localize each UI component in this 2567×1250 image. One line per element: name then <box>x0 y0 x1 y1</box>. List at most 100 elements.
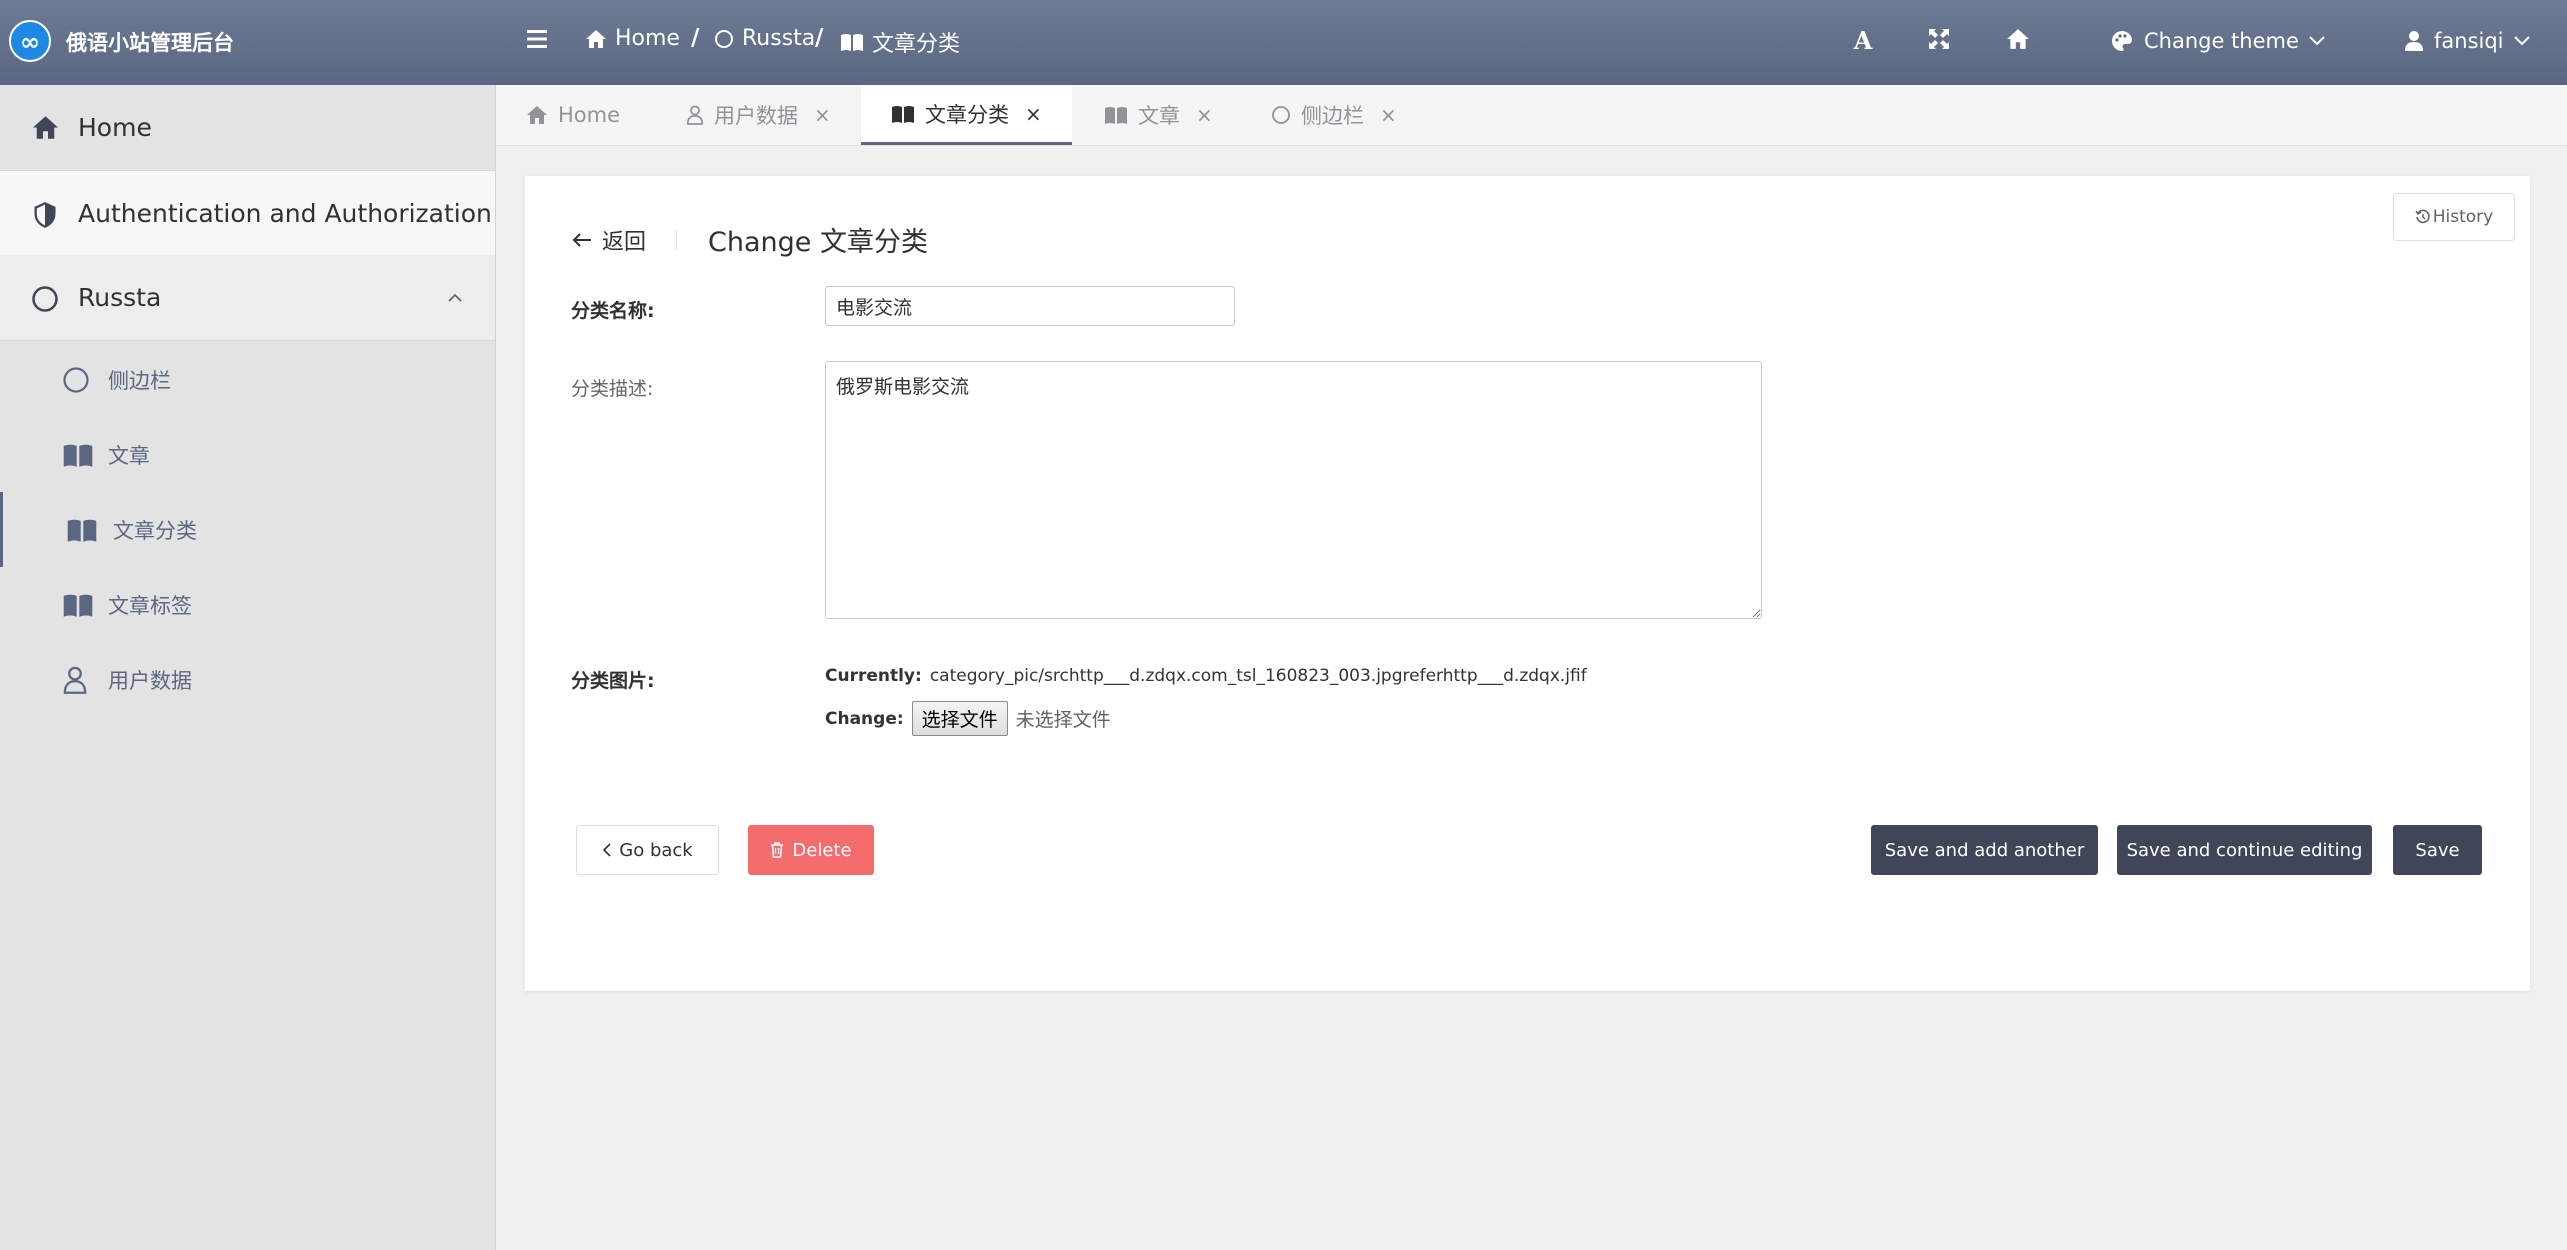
book-icon <box>63 444 93 467</box>
tab-label: Home <box>558 103 621 127</box>
image-label: 分类图片: <box>571 670 655 692</box>
tab-sidebar[interactable]: 侧边栏 × <box>1271 85 1397 145</box>
sidebar-item-user-data[interactable]: 用户数据 <box>0 642 495 717</box>
breadcrumb-label: Home <box>615 26 680 51</box>
description-label: 分类描述: <box>571 378 654 400</box>
sidebar-item-label: 文章标签 <box>108 593 192 618</box>
user-icon <box>2405 31 2423 51</box>
tab-user-data[interactable]: 用户数据 × <box>686 85 831 145</box>
circle-icon <box>715 29 733 48</box>
save-and-add-another-button[interactable]: Save and add another <box>1871 825 2098 875</box>
trash-icon <box>771 842 784 858</box>
tab-label: 文章 <box>1138 104 1180 128</box>
go-back-button[interactable]: Go back <box>576 825 719 875</box>
currently-label: Currently: <box>825 666 922 686</box>
form-card: History 返回 Change 文章分类 分类名称: 分类描述: 俄罗斯电影… <box>525 176 2530 991</box>
tab-articles[interactable]: 文章 × <box>1104 85 1213 145</box>
tab-close-icon[interactable]: × <box>814 103 831 127</box>
sidebar-item-article-categories[interactable]: 文章分类 <box>0 492 498 567</box>
book-icon <box>1105 107 1127 124</box>
tab-label: 用户数据 <box>714 104 798 128</box>
book-icon <box>892 105 914 123</box>
sidebar-item-label: Home <box>78 113 152 142</box>
logo-icon: ∞ <box>9 20 51 62</box>
username: fansiqi <box>2434 29 2504 53</box>
sidebar-item-label: 用户数据 <box>108 668 192 693</box>
tab-close-icon[interactable]: × <box>1025 102 1042 126</box>
sidebar-item-auth[interactable]: Authentication and Authorization <box>0 170 495 257</box>
sidebar: Home Authentication and Authorization Ru… <box>0 85 496 1250</box>
history-icon <box>2415 209 2430 224</box>
back-link[interactable]: 返回 <box>572 224 646 256</box>
chevron-down-icon <box>2513 36 2530 46</box>
delete-button[interactable]: Delete <box>748 825 874 875</box>
page-title: Change 文章分类 <box>708 227 928 258</box>
tab-bar: Home 用户数据 × 文章分类 × 文章 × 侧边栏 × <box>496 85 2567 146</box>
tab-home[interactable]: Home <box>526 85 620 145</box>
breadcrumb-current: 文章分类 <box>840 26 960 58</box>
change-theme-label: Change theme <box>2144 29 2299 53</box>
chevron-left-icon <box>603 843 611 857</box>
home-icon <box>33 116 58 139</box>
book-icon <box>841 34 863 51</box>
breadcrumb-russta[interactable]: Russta <box>714 26 815 51</box>
hamburger-menu-icon[interactable] <box>527 29 549 49</box>
user-icon <box>63 666 87 694</box>
circle-icon <box>63 366 89 393</box>
svg-text:A: A <box>1853 28 1873 52</box>
history-button[interactable]: History <box>2393 193 2515 241</box>
sidebar-item-label: Authentication and Authorization <box>78 199 492 228</box>
sidebar-item-label: 文章 <box>108 443 150 468</box>
arrow-left-icon <box>572 233 591 247</box>
sidebar-item-label: Russta <box>78 283 162 312</box>
sidebar-item-label: 侧边栏 <box>108 368 171 393</box>
save-continue-label: Save and continue editing <box>2126 839 2363 861</box>
tab-label: 文章分类 <box>925 102 1009 127</box>
sidebar-item-home[interactable]: Home <box>0 85 495 170</box>
sidebar-item-russta[interactable]: Russta <box>0 255 495 341</box>
title-divider <box>676 229 677 251</box>
change-label: Change: <box>825 708 904 729</box>
circle-icon <box>32 286 58 312</box>
sidebar-item-article-tags[interactable]: 文章标签 <box>0 567 495 642</box>
tab-close-icon[interactable]: × <box>1196 103 1213 127</box>
font-size-icon[interactable]: A <box>1852 28 1874 52</box>
sidebar-item-articles[interactable]: 文章 <box>0 417 495 492</box>
category-name-input[interactable] <box>825 286 1235 326</box>
tab-close-icon[interactable]: × <box>1380 103 1397 127</box>
change-file-row: Change: 选择文件 未选择文件 <box>825 701 1111 736</box>
history-label: History <box>2432 207 2494 227</box>
sidebar-item-sidebar[interactable]: 侧边栏 <box>0 342 495 417</box>
breadcrumb-label: Russta <box>742 26 816 51</box>
top-header: ∞ 俄语小站管理后台 Home / Russta / 文章分类 A Change… <box>0 0 2567 85</box>
breadcrumb-home[interactable]: Home <box>585 26 680 51</box>
change-theme-dropdown[interactable]: Change theme <box>2110 29 2325 53</box>
chevron-up-icon <box>448 293 462 302</box>
home-icon <box>586 29 606 48</box>
breadcrumb-separator: / <box>691 25 700 51</box>
home-icon <box>527 106 547 124</box>
palette-icon <box>2112 31 2132 51</box>
user-icon <box>686 105 704 125</box>
app-brand: 俄语小站管理后台 <box>66 31 234 55</box>
name-label: 分类名称: <box>571 300 655 322</box>
fullscreen-icon[interactable] <box>1928 28 1950 50</box>
tab-article-categories[interactable]: 文章分类 × <box>861 85 1072 145</box>
save-label: Save <box>2415 839 2460 861</box>
shield-icon <box>34 202 56 228</box>
chevron-down-icon <box>2309 36 2325 46</box>
tab-label: 侧边栏 <box>1301 104 1364 128</box>
current-file-link[interactable]: category_pic/srchttp___d.zdqx.com_tsl_16… <box>930 666 1587 686</box>
save-add-label: Save and add another <box>1884 839 2085 861</box>
user-menu-dropdown[interactable]: fansiqi <box>2404 29 2530 53</box>
home-icon[interactable] <box>2006 28 2030 50</box>
choose-file-button[interactable]: 选择文件 <box>911 701 1008 736</box>
back-label: 返回 <box>602 230 647 255</box>
save-button[interactable]: Save <box>2393 825 2482 875</box>
book-icon <box>67 519 97 542</box>
current-file-row: Currently: category_pic/srchttp___d.zdqx… <box>825 666 1587 686</box>
save-and-continue-button[interactable]: Save and continue editing <box>2117 825 2372 875</box>
circle-icon <box>1272 106 1290 124</box>
category-description-textarea[interactable]: 俄罗斯电影交流 <box>825 361 1762 619</box>
breadcrumb-separator: / <box>815 25 824 51</box>
